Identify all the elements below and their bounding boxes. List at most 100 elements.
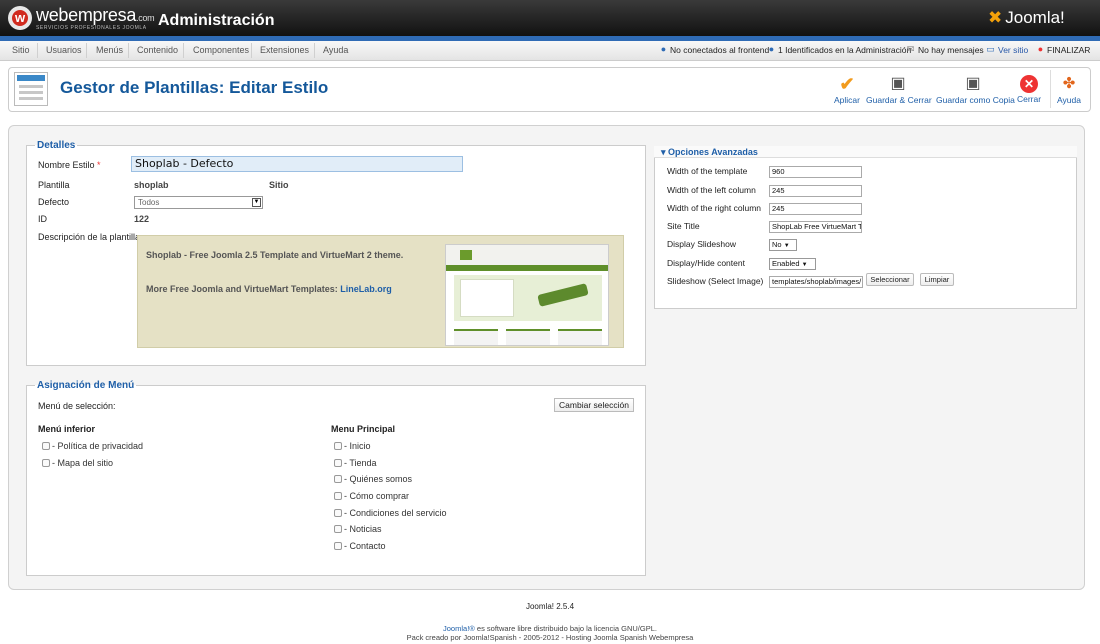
- left-column-width-input[interactable]: 245: [769, 185, 862, 197]
- menu-item-componentes[interactable]: Componentes: [193, 45, 249, 55]
- menu-item-contenido[interactable]: Contenido: [137, 45, 178, 55]
- opciones-avanzadas-title[interactable]: ▾ Opciones Avanzadas: [661, 147, 758, 158]
- checkbox[interactable]: [334, 525, 342, 533]
- joomla-logo: ✖ Joomla!: [988, 8, 1065, 27]
- view-site-icon: ▭: [986, 44, 995, 54]
- chevron-down-icon: ▼: [801, 262, 808, 268]
- template-width-label: Width of the template: [667, 166, 748, 176]
- right-column-width-input[interactable]: 245: [769, 203, 862, 215]
- template-width-input[interactable]: 960: [769, 166, 862, 178]
- menu-item-checkbox[interactable]: - Cómo comprar: [334, 491, 409, 501]
- description-line-2: More Free Joomla and VirtueMart Template…: [146, 284, 392, 294]
- checkmark-icon: ✔: [839, 74, 855, 94]
- page-title: Gestor de Plantillas: Editar Estilo: [60, 78, 329, 97]
- webempresa-logo-glyph: w: [14, 10, 26, 25]
- cambiar-seleccion-button[interactable]: Cambiar selección: [554, 398, 634, 412]
- descripcion-label: Descripción de la plantilla: [38, 232, 141, 242]
- menu-divider: [128, 43, 129, 58]
- limpiar-button[interactable]: Limpiar: [920, 273, 954, 286]
- checkbox[interactable]: [334, 542, 342, 550]
- display-slideshow-select[interactable]: No ▼: [769, 239, 797, 251]
- checkbox[interactable]: [334, 475, 342, 483]
- linelab-link[interactable]: LineLab.org: [340, 284, 392, 294]
- checkbox[interactable]: [334, 492, 342, 500]
- brand-name: webempresa.com: [36, 5, 155, 25]
- checkbox[interactable]: [42, 442, 50, 450]
- users-frontend-icon: ●: [660, 44, 667, 54]
- ver-sitio-link[interactable]: Ver sitio: [998, 45, 1028, 55]
- id-value: 122: [134, 214, 150, 224]
- seleccionar-button[interactable]: Seleccionar: [866, 273, 914, 286]
- menu-item-checkbox[interactable]: - Tienda: [334, 458, 377, 468]
- messages-icon: ✉: [906, 44, 915, 54]
- menu-item-sitio[interactable]: Sitio: [12, 45, 30, 55]
- menu-item-menus[interactable]: Menús: [96, 45, 123, 55]
- nombre-estilo-input[interactable]: Shoplab - Defecto: [131, 156, 463, 172]
- asignacion-legend: Asignación de Menú: [37, 380, 135, 391]
- finalizar-link[interactable]: FINALIZAR: [1047, 45, 1090, 55]
- guardar-cerrar-button[interactable]: ▣ Guardar & Cerrar: [866, 74, 932, 108]
- help-lifebuoy-icon: ✤: [1062, 75, 1076, 92]
- menu-principal-heading: Menu Principal: [331, 424, 396, 434]
- display-content-select[interactable]: Enabled ▼: [769, 258, 816, 270]
- checkbox[interactable]: [42, 459, 50, 467]
- menu-divider: [37, 43, 38, 58]
- plantilla-value: shoplab: [134, 180, 169, 190]
- status-admin: 1 Identificados en la Administración: [778, 45, 912, 55]
- menu-item-usuarios[interactable]: Usuarios: [46, 45, 82, 55]
- joomla-link[interactable]: Joomla!®: [443, 624, 475, 633]
- defecto-select[interactable]: Todos ▼: [134, 196, 263, 209]
- menu-item-extensiones[interactable]: Extensiones: [260, 45, 309, 55]
- menu-item-checkbox[interactable]: - Mapa del sitio: [42, 458, 113, 468]
- defecto-label: Defecto: [38, 197, 70, 207]
- menu-item-checkbox[interactable]: - Noticias: [334, 524, 382, 534]
- save-copy-icon: ▣: [965, 75, 981, 92]
- checkbox[interactable]: [334, 442, 342, 450]
- display-slideshow-label: Display Slideshow: [667, 239, 736, 249]
- id-label: ID: [38, 214, 47, 224]
- aplicar-button[interactable]: ✔ Aplicar: [830, 74, 864, 108]
- status-messages[interactable]: No hay mensajes: [918, 45, 984, 55]
- toolbar-divider: [1050, 70, 1051, 108]
- site-title-label: Site Title: [667, 221, 700, 231]
- detalles-legend: Detalles: [37, 140, 76, 151]
- nombre-estilo-label: Nombre Estilo *: [38, 160, 101, 170]
- slideshow-image-input[interactable]: templates/shoplab/images/: [769, 276, 863, 288]
- left-column-width-label: Width of the left column: [667, 185, 756, 195]
- display-content-label: Display/Hide content: [667, 258, 745, 268]
- menu-item-checkbox[interactable]: - Política de privacidad: [42, 441, 143, 451]
- admin-title: Administración: [158, 12, 275, 29]
- menu-divider: [183, 43, 184, 58]
- plantilla-location: Sitio: [269, 180, 289, 190]
- checkbox[interactable]: [334, 509, 342, 517]
- status-frontend: No conectados al frontend: [670, 45, 770, 55]
- plantilla-label: Plantilla: [38, 180, 70, 190]
- template-manager-icon: [14, 72, 48, 106]
- users-admin-icon: ●: [768, 44, 775, 54]
- slideshow-image-label: Slideshow (Select Image): [667, 276, 764, 286]
- caret-down-icon: ▾: [661, 147, 666, 157]
- menu-item-checkbox[interactable]: - Condiciones del servicio: [334, 508, 447, 518]
- brand-subtitle: SERVICIOS PROFESIONALES JOOMLA: [36, 25, 147, 31]
- top-header: w webempresa.com SERVICIOS PROFESIONALES…: [0, 0, 1100, 36]
- footer-pack-credits[interactable]: Pack creado por Joomla!Spanish - 2005-20…: [0, 633, 1100, 642]
- footer-version: Joomla! 2.5.4: [525, 602, 575, 611]
- template-thumbnail: [445, 244, 609, 346]
- admin-menu-bar: Sitio Usuarios Menús Contenido Component…: [0, 41, 1100, 61]
- required-star-icon: *: [97, 160, 101, 170]
- chevron-down-icon: ▼: [252, 198, 261, 207]
- menu-item-ayuda[interactable]: Ayuda: [323, 45, 348, 55]
- menu-divider: [251, 43, 252, 58]
- site-title-input[interactable]: ShopLab Free VirtueMart Th: [769, 221, 862, 233]
- menu-item-checkbox[interactable]: - Contacto: [334, 541, 386, 551]
- save-close-icon: ▣: [890, 75, 906, 92]
- menu-item-checkbox[interactable]: - Quiénes somos: [334, 474, 412, 484]
- guardar-copia-button[interactable]: ▣ Guardar como Copia: [936, 74, 1015, 108]
- right-column-width-label: Width of the right column: [667, 203, 762, 213]
- checkbox[interactable]: [334, 459, 342, 467]
- menu-item-checkbox[interactable]: - Inicio: [334, 441, 371, 451]
- cerrar-button[interactable]: ✕ Cerrar: [1014, 74, 1044, 108]
- chevron-down-icon: ▼: [783, 243, 790, 249]
- menu-seleccion-label: Menú de selección:: [38, 401, 116, 411]
- ayuda-button[interactable]: ✤ Ayuda: [1054, 74, 1084, 108]
